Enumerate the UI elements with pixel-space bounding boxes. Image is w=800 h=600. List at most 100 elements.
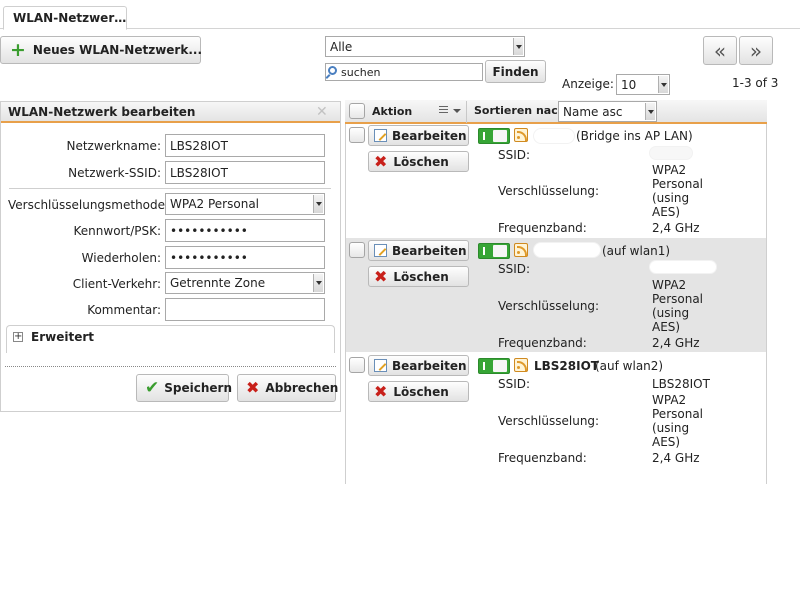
frequency-value: 2,4 GHz xyxy=(652,451,700,465)
action-column-label: Aktion xyxy=(372,105,413,118)
client-traffic-value: Getrennte Zone xyxy=(170,276,266,290)
filter-select[interactable]: Alle xyxy=(325,36,525,57)
form-divider xyxy=(9,188,331,189)
encryption-label: Verschlüsselung: xyxy=(498,299,600,313)
encryption-value-line3: (using xyxy=(652,191,690,205)
form-dotted-divider xyxy=(5,366,336,367)
client-traffic-label: Client-Verkehr: xyxy=(72,277,161,291)
row-checkbox[interactable] xyxy=(349,127,365,143)
prev-page-button[interactable]: « xyxy=(703,36,737,65)
wifi-icon xyxy=(514,243,528,257)
psk-label: Kennwort/PSK: xyxy=(73,224,161,238)
chevron-down-icon xyxy=(658,76,668,93)
frequency-label: Frequenzband: xyxy=(498,451,587,465)
close-icon[interactable]: ✕ xyxy=(316,104,328,120)
enabled-toggle[interactable] xyxy=(478,358,510,374)
sort-select[interactable]: Name asc xyxy=(558,101,657,122)
check-icon: ✔ xyxy=(145,378,160,398)
network-name-value: LBS28IOT xyxy=(170,138,228,153)
frequency-value: 2,4 GHz xyxy=(652,336,700,350)
select-all-checkbox[interactable] xyxy=(349,103,365,119)
edit-form-header: WLAN-Netzwerk bearbeiten xyxy=(1,102,340,123)
chevron-down-icon xyxy=(313,195,323,213)
row-checkbox[interactable] xyxy=(349,242,365,258)
find-button[interactable]: Finden xyxy=(485,60,546,83)
cancel-label: Abbrechen xyxy=(265,381,339,395)
comment-label: Kommentar: xyxy=(87,303,161,317)
redacted-ssid xyxy=(650,147,692,159)
delete-icon: ✖ xyxy=(374,381,388,401)
search-placeholder: suchen xyxy=(341,65,381,79)
edit-button[interactable]: Bearbeiten xyxy=(368,240,469,261)
range-label: 1-3 of 3 xyxy=(732,76,779,90)
new-network-button[interactable]: + Neues WLAN-Netzwerk... xyxy=(0,36,202,64)
encryption-value-line2: Personal xyxy=(652,177,704,191)
psk-field[interactable]: ••••••••••• xyxy=(165,219,325,242)
count-value: 10 xyxy=(621,77,637,92)
enabled-toggle[interactable] xyxy=(478,243,510,259)
count-select[interactable]: 10 xyxy=(616,74,670,95)
search-icon xyxy=(325,66,339,79)
edit-button[interactable]: Bearbeiten xyxy=(368,355,469,376)
column-menu-icon[interactable] xyxy=(438,104,462,118)
edit-label: Bearbeiten xyxy=(392,243,467,258)
repeat-psk-label: Wiederholen: xyxy=(81,251,161,265)
ssid-label: SSID: xyxy=(498,377,531,391)
chevron-down-icon xyxy=(313,274,323,292)
network-suffix: (auf wlan2) xyxy=(595,359,664,373)
save-label: Speichern xyxy=(164,381,232,395)
comment-field[interactable] xyxy=(165,298,325,321)
cancel-button[interactable]: ✖ Abbrechen xyxy=(237,374,339,402)
delete-label: Löschen xyxy=(393,384,449,399)
delete-button[interactable]: ✖ Löschen xyxy=(368,266,469,287)
encryption-value-line4: AES) xyxy=(652,205,681,219)
edit-label: Bearbeiten xyxy=(392,358,467,373)
plus-icon: + xyxy=(10,39,26,61)
delete-label: Löschen xyxy=(393,269,449,284)
edit-label: Bearbeiten xyxy=(392,128,467,143)
repeat-psk-field[interactable]: ••••••••••• xyxy=(165,246,325,269)
encryption-method-label: Verschlüsselungsmethode: xyxy=(8,198,170,212)
edit-form-title: WLAN-Netzwerk bearbeiten xyxy=(8,105,196,119)
tab-wlan-networks[interactable]: WLAN-Netzwer… xyxy=(3,6,127,30)
encryption-label: Verschlüsselung: xyxy=(498,184,600,198)
chevron-down-icon xyxy=(645,103,655,120)
edit-icon xyxy=(374,244,387,257)
encryption-method-select[interactable]: WPA2 Personal xyxy=(165,193,325,215)
client-traffic-select[interactable]: Getrennte Zone xyxy=(165,272,325,294)
encryption-value-line1: WPA2 xyxy=(652,278,687,292)
network-ssid-field[interactable]: LBS28IOT xyxy=(165,161,325,184)
ssid-value: LBS28IOT xyxy=(652,377,710,391)
delete-button[interactable]: ✖ Löschen xyxy=(368,381,469,402)
expand-icon[interactable]: + xyxy=(13,332,23,342)
delete-label: Löschen xyxy=(393,154,449,169)
edit-icon xyxy=(374,129,387,142)
search-input[interactable]: suchen xyxy=(325,63,483,81)
new-network-label: Neues WLAN-Netzwerk... xyxy=(32,43,202,57)
encryption-value-line4: AES) xyxy=(652,320,681,334)
delete-button[interactable]: ✖ Löschen xyxy=(368,151,469,172)
ssid-label: SSID: xyxy=(498,148,531,162)
filter-value: Alle xyxy=(330,39,353,54)
network-ssid-value: LBS28IOT xyxy=(170,165,228,180)
encryption-value-line3: (using xyxy=(652,306,690,320)
encryption-value-line1: WPA2 xyxy=(652,163,687,177)
enabled-toggle[interactable] xyxy=(478,128,510,144)
row-checkbox[interactable] xyxy=(349,357,365,373)
encryption-method-value: WPA2 Personal xyxy=(170,197,260,211)
next-page-button[interactable]: » xyxy=(739,36,773,65)
network-ssid-label: Netzwerk-SSID: xyxy=(68,166,161,180)
network-name-label: Netzwerkname: xyxy=(66,139,161,153)
network-name-field[interactable]: LBS28IOT xyxy=(165,134,325,157)
ssid-label: SSID: xyxy=(498,262,531,276)
network-suffix: (Bridge ins AP LAN) xyxy=(576,129,693,143)
encryption-value-line4: AES) xyxy=(652,435,681,449)
delete-icon: ✖ xyxy=(374,266,388,286)
edit-button[interactable]: Bearbeiten xyxy=(368,125,469,146)
encryption-value-line2: Personal xyxy=(652,292,704,306)
edit-icon xyxy=(374,359,387,372)
delete-icon: ✖ xyxy=(374,151,388,171)
network-name: LBS28IOT xyxy=(534,359,599,373)
count-label: Anzeige: xyxy=(562,77,614,91)
save-button[interactable]: ✔ Speichern xyxy=(136,374,232,402)
